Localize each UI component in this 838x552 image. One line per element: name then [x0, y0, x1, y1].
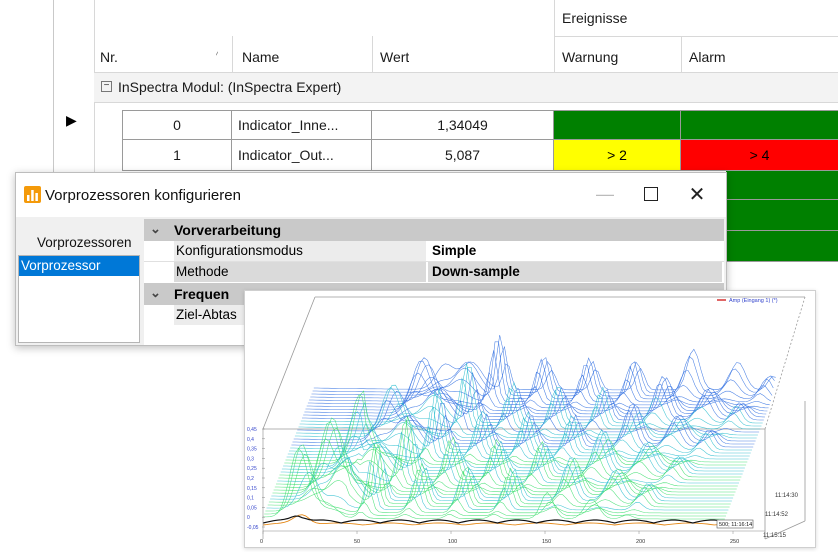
- grid-divider: [232, 36, 233, 72]
- table-cell-wert[interactable]: 5,087: [372, 140, 554, 171]
- grid-divider: [681, 36, 682, 72]
- current-row-arrow-icon: ▶: [66, 112, 77, 128]
- category-label: Frequen: [174, 286, 230, 302]
- spectrum-line: [305, 360, 768, 412]
- property-value[interactable]: Simple: [428, 241, 722, 261]
- time-label: 11:14:52: [765, 512, 789, 518]
- time-label: 11:15:15: [763, 533, 787, 539]
- column-header-alarm[interactable]: Alarm: [689, 49, 726, 65]
- x-tick-label: 50: [354, 539, 360, 545]
- preprocessor-list-label: Vorprozessoren: [37, 235, 132, 250]
- plot-frame: [262, 296, 806, 540]
- column-header-name[interactable]: Name: [242, 49, 279, 65]
- dialog-titlebar[interactable]: Vorprozessoren konfigurieren — ✕: [16, 173, 726, 217]
- category-vorverarbeitung[interactable]: ⌄ Vorverarbeitung: [144, 219, 724, 241]
- waterfall-chart-window: 0,45 0,4 0,35 0,3 0,25 0,2 0,15 0,1 0,05 0 -0,05 0 5…: [244, 290, 816, 548]
- sort-icon: ⁄: [216, 49, 218, 61]
- table-cell-name[interactable]: Indicator_Out...: [232, 140, 372, 171]
- alarm-status-cell: [726, 231, 838, 262]
- dialog-title: Vorprozessoren konfigurieren: [45, 187, 241, 204]
- x-tick-label: 100: [448, 539, 457, 545]
- time-label: 11:14:30: [775, 493, 799, 499]
- list-item-vorprozessor[interactable]: Vorprozessor: [19, 256, 139, 276]
- collapse-icon[interactable]: −: [101, 81, 112, 92]
- x-tick-label: 0: [260, 539, 263, 545]
- alarm-status-cell: [726, 171, 838, 200]
- y-tick-label: 0,3: [247, 456, 254, 462]
- chevron-down-icon[interactable]: ⌄: [150, 285, 161, 301]
- maximize-icon: [644, 187, 658, 201]
- spectrum-curves: [262, 334, 776, 526]
- y-tick-label: 0,4: [247, 437, 254, 443]
- x-tick-label: 200: [636, 539, 645, 545]
- property-row[interactable]: Konfigurationsmodus Simple: [144, 241, 724, 262]
- table-cell-nr[interactable]: 1: [122, 140, 232, 171]
- cursor-label: 500; 11:16:14: [719, 522, 752, 528]
- y-tick-label: 0,1: [247, 496, 254, 502]
- property-name: Methode: [174, 262, 426, 282]
- y-tick-label: -0,05: [247, 525, 259, 531]
- property-value[interactable]: Down-sample: [428, 262, 722, 282]
- table-cell-name[interactable]: Indicator_Inne...: [232, 110, 372, 140]
- minimize-button[interactable]: —: [582, 179, 628, 209]
- group-row[interactable]: − InSpectra Modul: (InSpectra Expert): [94, 73, 838, 103]
- maximize-button[interactable]: [628, 179, 674, 209]
- category-label: Vorverarbeitung: [174, 222, 282, 238]
- alarm-status-cell: > 4: [681, 140, 838, 171]
- y-tick-label: 0,25: [247, 466, 257, 472]
- y-tick-label: 0,2: [247, 476, 254, 482]
- property-row[interactable]: Methode Down-sample: [144, 262, 724, 282]
- column-header-wert[interactable]: Wert: [380, 49, 409, 65]
- warning-status-cell: > 2: [554, 140, 681, 171]
- grid-header-group-ereignisse: Ereignisse: [562, 10, 628, 26]
- grid-divider: [372, 36, 373, 72]
- trace-line: [262, 514, 725, 526]
- group-row-label: InSpectra Modul: (InSpectra Expert): [118, 79, 342, 95]
- y-tick-label: 0: [247, 515, 250, 521]
- chart-legend: Amp (Eingang 1) (*): [729, 298, 778, 304]
- x-tick-label: 150: [542, 539, 551, 545]
- spectrum-line: [312, 345, 775, 394]
- alarm-status-cell: [681, 110, 838, 140]
- y-tick-label: 0,35: [247, 447, 257, 453]
- column-header-nr[interactable]: Nr.: [100, 49, 118, 65]
- column-header-warnung[interactable]: Warnung: [562, 49, 618, 65]
- y-tick-label: 0,15: [247, 486, 257, 492]
- close-button[interactable]: ✕: [674, 179, 720, 209]
- table-cell-wert[interactable]: 1,34049: [372, 110, 554, 140]
- x-tick-label: 250: [730, 539, 739, 545]
- warning-status-cell: [554, 110, 681, 140]
- waterfall-plot[interactable]: 0,45 0,4 0,35 0,3 0,25 0,2 0,15 0,1 0,05 0 -0,05 0 5…: [245, 291, 815, 547]
- app-chart-icon: [24, 186, 41, 203]
- y-tick-label: 0,05: [247, 505, 257, 511]
- property-name: Konfigurationsmodus: [174, 241, 426, 261]
- trace-line: [262, 515, 725, 524]
- table-cell-nr[interactable]: 0: [122, 110, 232, 140]
- grid-divider: [554, 36, 838, 37]
- alarm-status-cell: [726, 200, 838, 231]
- preprocessor-list[interactable]: Vorprozessor: [18, 255, 140, 343]
- close-icon: ✕: [688, 183, 706, 206]
- chevron-down-icon[interactable]: ⌄: [150, 221, 161, 237]
- y-tick-label: 0,45: [247, 427, 257, 433]
- spectrum-line: [310, 341, 773, 400]
